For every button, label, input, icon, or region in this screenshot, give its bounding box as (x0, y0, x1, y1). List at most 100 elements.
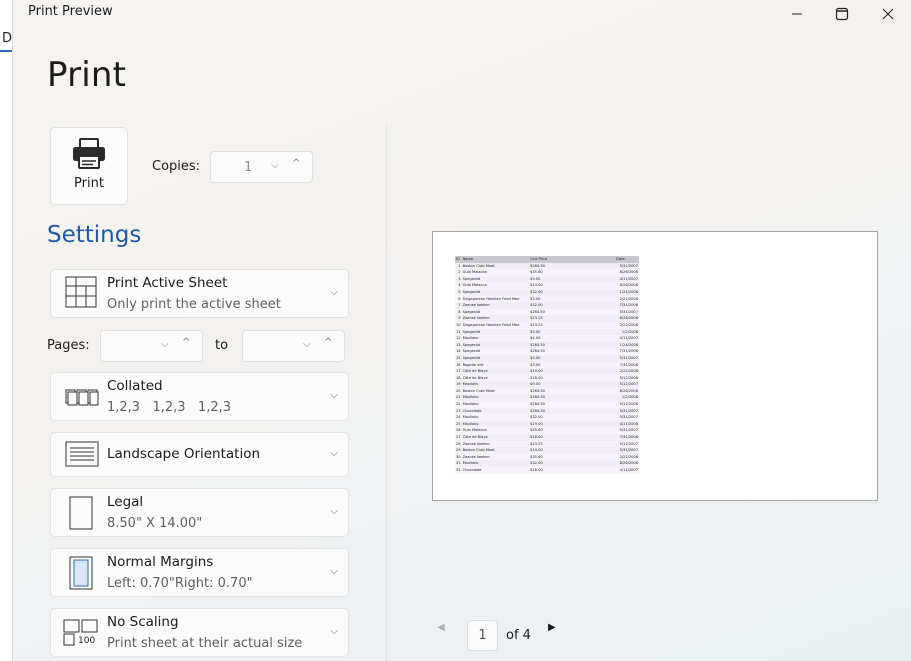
table-row: 21 Maxilaku $264.50 1/2/2008 (455, 394, 639, 402)
paper-size-title: Legal (107, 494, 144, 510)
table-row: 5 Spegesild $32.00 1/24/2006 (455, 288, 639, 296)
maximize-icon (835, 7, 849, 21)
chevron-down-icon: ⌵ (330, 506, 338, 517)
table-cell: 30 (455, 453, 462, 461)
background-app-tab-underline (0, 50, 12, 52)
page-number-input[interactable]: 1 (467, 620, 498, 651)
table-row: 15 Spegesild $3.00 5/31/2007 (455, 354, 639, 362)
table-cell: 4 (455, 282, 462, 289)
table-row: 4 Gula Malacca $14.00 8/26/2006 (455, 282, 639, 289)
table-cell: Singaporean Hokkien Fried Mee (461, 295, 530, 303)
table-row: 28 Zaanse koeken $23.25 5/12/2007 (455, 440, 639, 448)
table-cell: 11 (455, 328, 462, 336)
title-bar[interactable]: Print Preview (13, 0, 911, 28)
table-cell: 1/2/2008 (615, 328, 639, 336)
table-cell: Spegesild (461, 341, 530, 349)
table-cell: $264.50 (529, 401, 616, 408)
close-icon (882, 8, 894, 20)
previous-page-icon[interactable]: ◀ (437, 622, 445, 633)
table-cell: 9 (455, 315, 462, 322)
maximize-button[interactable] (819, 0, 865, 28)
print-what-subtitle: Only print the active sheet (107, 297, 281, 312)
table-row: 10 Singaporean Hokkien Fried Mee $23.25 2/2… (455, 321, 639, 329)
table-cell: Gula Malacca (461, 269, 530, 276)
table-cell: $18.00 (529, 374, 616, 382)
collation-dropdown[interactable]: Collated 1,2,3 1,2,3 1,2,3 ⌵ (50, 372, 349, 421)
table-cell: Boston Crab Meat (461, 387, 530, 395)
table-cell: 6 (455, 295, 462, 303)
table-cell: 7/31/2006 (615, 348, 639, 355)
table-cell: 5/12/2006 (615, 374, 639, 382)
chevron-down-icon: ⌵ (330, 566, 338, 577)
table-cell: 8/26/2006 (615, 460, 639, 467)
table-cell: 5 (455, 288, 462, 296)
printer-icon (71, 138, 107, 174)
chevron-up-icon[interactable]: ^ (324, 337, 332, 348)
copies-stepper[interactable]: 1 ⌵ ^ (210, 151, 313, 183)
table-cell: Rogede sild (461, 361, 530, 369)
table-row: 22 Maxilaku $264.50 5/12/2006 (455, 401, 639, 408)
table-cell: Gula Malacca (461, 427, 530, 435)
close-button[interactable] (865, 0, 911, 28)
chevron-up-icon[interactable]: ^ (182, 337, 190, 348)
table-cell: 31 (455, 460, 462, 467)
table-cell: $19.00 (529, 420, 616, 428)
table-cell: $32.00 (529, 302, 616, 309)
print-button[interactable]: Print (50, 127, 128, 205)
copies-value[interactable]: 1 (244, 160, 252, 175)
table-cell: 14 (455, 348, 462, 355)
scaling-title: No Scaling (107, 614, 179, 630)
table-row: 12 Maxilaku $4.00 4/11/2007 (455, 335, 639, 342)
table-cell: $264.50 (529, 387, 616, 395)
table-cell: 5/12/2007 (615, 440, 639, 448)
paper-size-dropdown[interactable]: Legal 8.50" X 14.00" ⌵ (50, 488, 349, 537)
table-cell: 8/26/2006 (615, 315, 639, 322)
chevron-up-icon[interactable]: ^ (292, 158, 300, 169)
chevron-down-icon[interactable]: ⌵ (161, 339, 169, 350)
table-cell: 5/31/2007 (615, 447, 639, 454)
table-cell: 15 (455, 354, 462, 362)
table-cell: 26 (455, 427, 462, 435)
preview-table: ID Name Unit Price Date 1 Boston Crab Mea… (455, 256, 639, 474)
pages-to-stepper[interactable]: ⌵ ^ (242, 330, 345, 362)
table-cell: 22 (455, 401, 462, 408)
table-cell: Côte de Blaye (461, 374, 530, 382)
table-row: 18 Côte de Blaye $18.00 5/12/2006 (455, 374, 639, 382)
table-cell: 5/12/2007 (615, 381, 639, 388)
column-header: Date (615, 256, 639, 263)
chevron-down-icon[interactable]: ⌵ (271, 160, 279, 171)
chevron-down-icon: ⌵ (330, 287, 338, 298)
table-cell: $32.00 (529, 288, 616, 296)
table-cell: Côte de Blaye (461, 434, 530, 441)
pages-from-stepper[interactable]: ⌵ ^ (100, 330, 203, 362)
table-cell: Zaanse koeken (461, 440, 530, 448)
orientation-title: Landscape Orientation (107, 446, 261, 462)
table-cell: Boston Crab Meat (461, 447, 530, 454)
orientation-dropdown[interactable]: Landscape Orientation ⌵ (50, 432, 349, 477)
table-cell: 5/12/2006 (615, 401, 639, 408)
table-cell: 24 (455, 414, 462, 421)
background-app-tab[interactable]: D (2, 31, 12, 46)
scaling-dropdown[interactable]: 100 No Scaling Print sheet at their actu… (50, 608, 349, 657)
table-cell: 32 (455, 467, 462, 474)
table-cell: Gula Malacca (461, 282, 530, 289)
table-row: 17 Côte de Blaye $19.00 2/22/2006 (455, 368, 639, 375)
table-cell: 3 (455, 275, 462, 283)
table-cell: $14.00 (529, 447, 616, 454)
chevron-down-icon[interactable]: ⌵ (303, 339, 311, 350)
table-cell: Spegesild (461, 354, 530, 362)
table-cell: 17 (455, 368, 462, 375)
margins-dropdown[interactable]: Normal Margins Left: 0.70"Right: 0.70" ⌵ (50, 548, 349, 597)
scaling-subtitle: Print sheet at their actual size (107, 636, 303, 651)
print-what-dropdown[interactable]: Print Active Sheet Only print the active… (50, 269, 349, 318)
table-cell: $23.25 (529, 321, 616, 329)
table-cell: $264.50 (529, 407, 616, 415)
minimize-button[interactable] (774, 0, 820, 28)
margins-subtitle: Left: 0.70"Right: 0.70" (107, 576, 253, 591)
table-row: 11 Spegesild $3.00 1/2/2008 (455, 328, 639, 336)
collation-title: Collated (107, 378, 163, 394)
print-preview-page: ID Name Unit Price Date 1 Boston Crab Mea… (432, 231, 878, 501)
next-page-icon[interactable]: ▶ (548, 622, 556, 633)
table-cell: Maxilaku (461, 460, 530, 467)
table-cell: 8/26/2006 (615, 387, 639, 395)
